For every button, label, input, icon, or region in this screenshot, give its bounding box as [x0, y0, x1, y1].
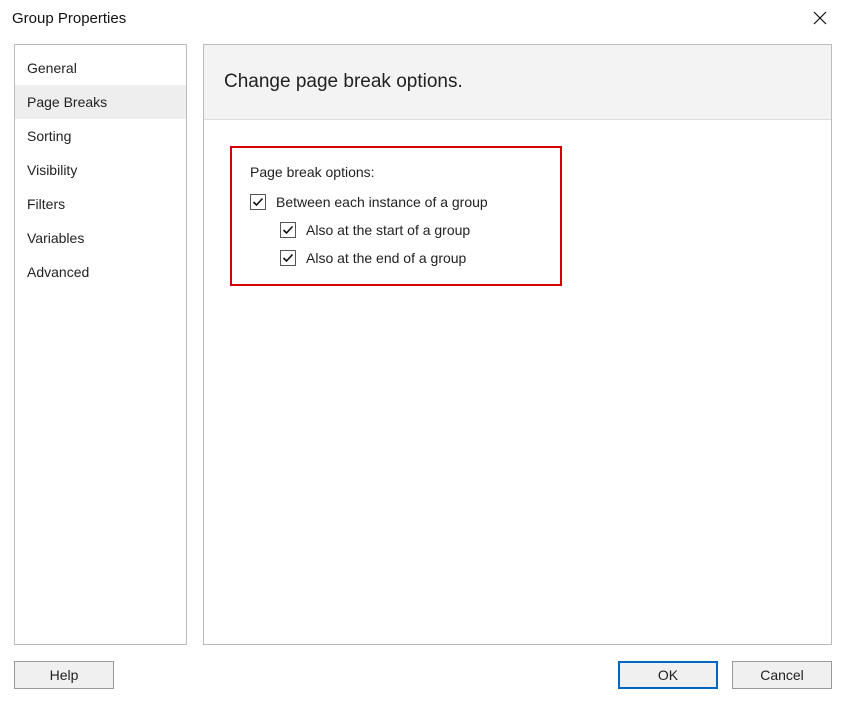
ok-button[interactable]: OK: [618, 661, 718, 689]
panel-content: Page break options: Between each instanc…: [204, 120, 831, 644]
sidebar-item-filters[interactable]: Filters: [15, 187, 186, 221]
checkbox-end-of-group[interactable]: [280, 250, 296, 266]
cancel-button[interactable]: Cancel: [732, 661, 832, 689]
sidebar-item-general[interactable]: General: [15, 51, 186, 85]
dialog-body: General Page Breaks Sorting Visibility F…: [0, 36, 846, 653]
sidebar-item-sorting[interactable]: Sorting: [15, 119, 186, 153]
sidebar-item-advanced[interactable]: Advanced: [15, 255, 186, 289]
checkbox-row-start-of-group: Also at the start of a group: [280, 222, 542, 238]
titlebar: Group Properties: [0, 0, 846, 36]
checkbox-label: Also at the end of a group: [306, 250, 466, 266]
window-title: Group Properties: [12, 10, 126, 27]
checkmark-icon: [282, 252, 294, 264]
checkmark-icon: [282, 224, 294, 236]
sidebar: General Page Breaks Sorting Visibility F…: [14, 44, 187, 645]
checkbox-label: Between each instance of a group: [276, 194, 488, 210]
checkbox-row-end-of-group: Also at the end of a group: [280, 250, 542, 266]
close-button[interactable]: [804, 6, 836, 30]
help-button[interactable]: Help: [14, 661, 114, 689]
page-break-options-box: Page break options: Between each instanc…: [230, 146, 562, 286]
checkbox-between-instances[interactable]: [250, 194, 266, 210]
checkbox-start-of-group[interactable]: [280, 222, 296, 238]
sidebar-item-variables[interactable]: Variables: [15, 221, 186, 255]
section-label: Page break options:: [250, 164, 542, 180]
sidebar-item-visibility[interactable]: Visibility: [15, 153, 186, 187]
checkbox-row-between-instances: Between each instance of a group: [250, 194, 542, 210]
checkbox-label: Also at the start of a group: [306, 222, 470, 238]
button-row: Help OK Cancel: [0, 653, 846, 701]
close-icon: [813, 11, 827, 25]
sidebar-item-page-breaks[interactable]: Page Breaks: [15, 85, 186, 119]
panel-heading: Change page break options.: [204, 45, 831, 120]
content-panel: Change page break options. Page break op…: [203, 44, 832, 645]
checkmark-icon: [252, 196, 264, 208]
